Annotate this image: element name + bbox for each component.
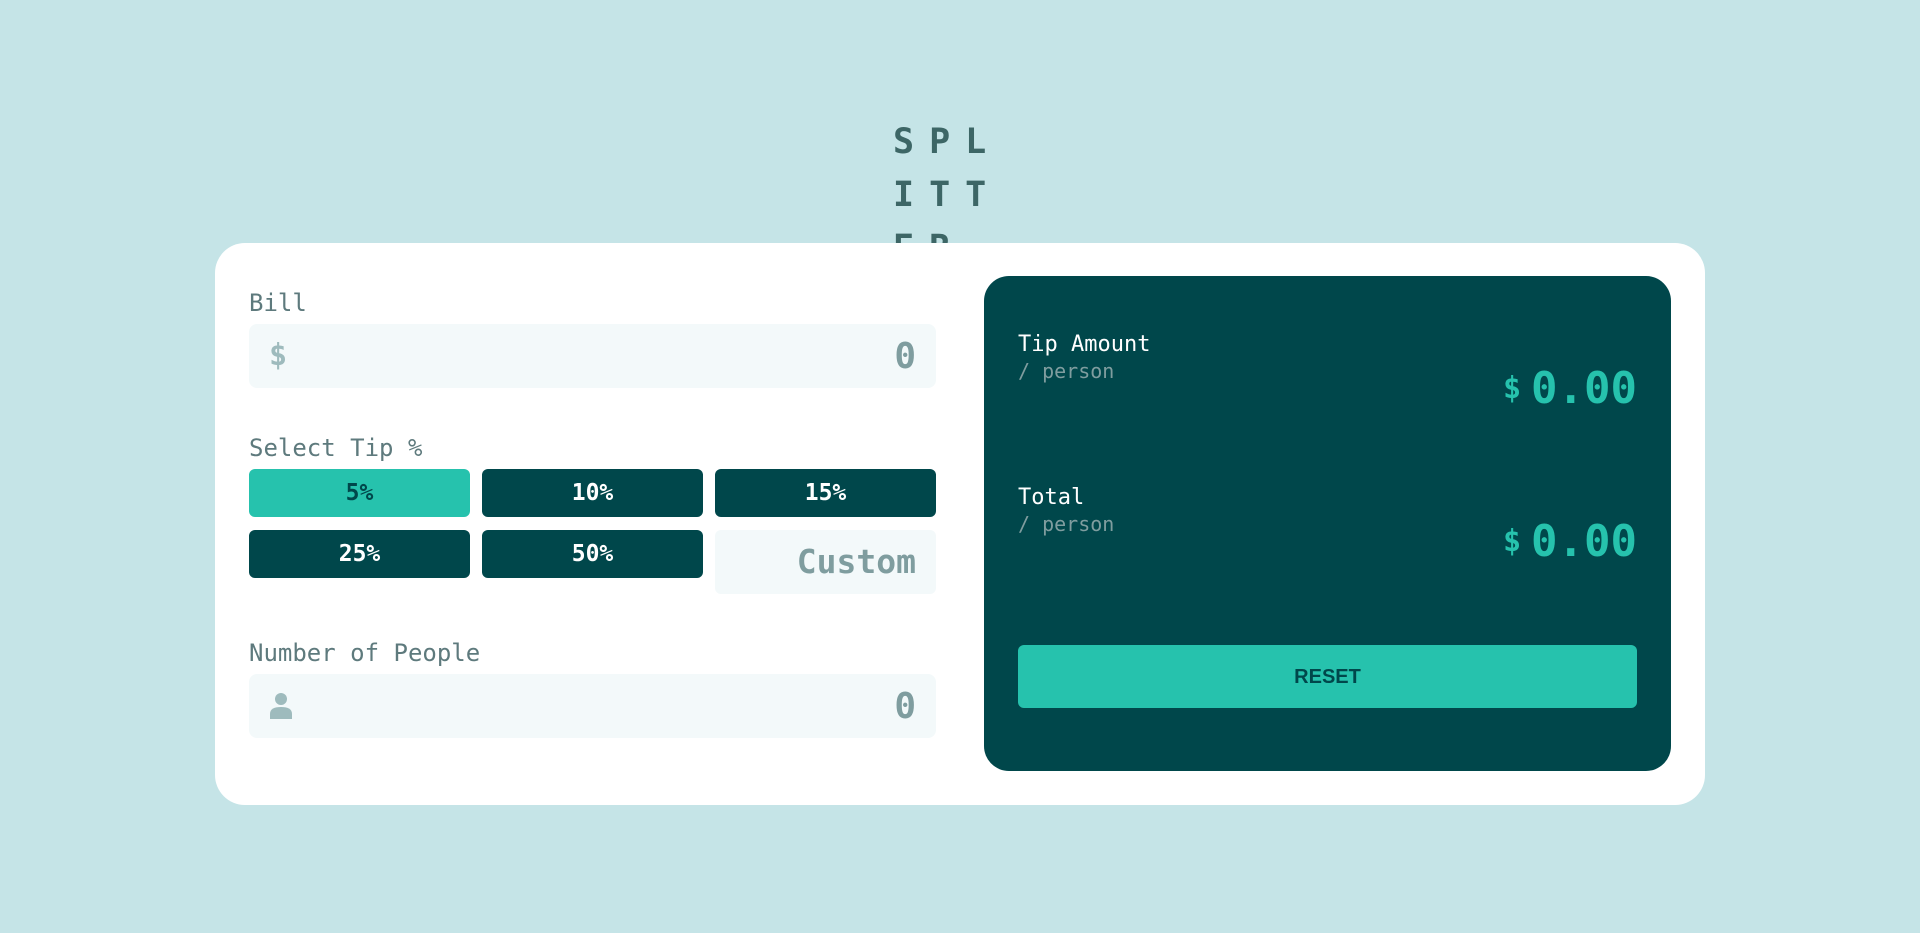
bill-input[interactable]: $ 0	[249, 324, 936, 388]
tip-button-50[interactable]: 50%	[482, 530, 703, 578]
total-currency: $	[1502, 523, 1522, 559]
tip-amount-value: 0.00	[1531, 362, 1637, 414]
reset-button[interactable]: RESET	[1018, 645, 1637, 708]
tip-button-10[interactable]: 10%	[482, 469, 703, 517]
tip-button-15[interactable]: 15%	[715, 469, 936, 517]
bill-value[interactable]: 0	[894, 324, 916, 388]
tip-button-5[interactable]: 5%	[249, 469, 470, 517]
people-label: Number of People	[249, 639, 481, 667]
people-input[interactable]: 0	[249, 674, 936, 738]
people-value[interactable]: 0	[894, 674, 916, 738]
tip-button-25[interactable]: 25%	[249, 530, 470, 578]
tip-amount-display: $ 0.00	[1503, 360, 1637, 416]
tip-amount-currency: $	[1502, 370, 1522, 406]
person-icon	[270, 693, 292, 719]
total-value: 0.00	[1531, 515, 1637, 567]
tip-amount-title: Tip Amount	[1018, 332, 1151, 357]
results-panel: Tip Amount / person $ 0.00 Total / perso…	[984, 276, 1671, 771]
total-title: Total	[1018, 485, 1085, 510]
custom-tip-input[interactable]: Custom	[715, 530, 936, 594]
bill-label: Bill	[249, 289, 307, 317]
dollar-icon: $	[269, 338, 288, 373]
total-subtitle: / person	[1018, 512, 1115, 536]
tip-amount-subtitle: / person	[1018, 359, 1115, 383]
calculator-card: Bill $ 0 Select Tip % 5% 10% 15% 25% 50%…	[215, 243, 1705, 805]
total-display: $ 0.00	[1503, 513, 1637, 569]
select-tip-label: Select Tip %	[249, 434, 423, 462]
